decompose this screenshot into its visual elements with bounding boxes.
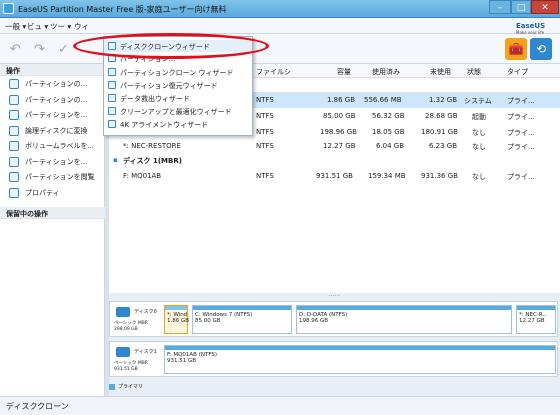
label-icon <box>9 141 19 151</box>
operation-item[interactable]: パーティションの... <box>0 76 104 92</box>
toolbox-icon: 🧰 <box>508 42 524 56</box>
sync-icon: ⟲ <box>535 42 547 56</box>
column-header[interactable]: 使用済み <box>372 67 400 77</box>
disk-0-map: ディスク0 ベーシック MBR 298.09 GB *: Wind... 1.8… <box>109 301 558 337</box>
recovery-icon <box>108 81 116 89</box>
partition-clone-icon <box>108 68 116 76</box>
delete-icon <box>9 110 19 120</box>
operation-item[interactable]: ボリュームラベルを... <box>0 138 104 154</box>
disk-info: ディスク1 ベーシック MBR 931.51 GB <box>114 347 157 372</box>
operations-header: 操作 <box>0 64 104 76</box>
resize-icon <box>9 79 19 89</box>
column-header[interactable]: タイプ <box>507 67 528 77</box>
rescue-icon <box>108 94 116 102</box>
legend-swatch <box>109 383 115 390</box>
cleanup-icon <box>108 107 116 115</box>
pending-header: 保留中の操作 <box>0 207 105 219</box>
status-text: ディスククローン <box>6 402 69 411</box>
disk-icon <box>116 307 130 317</box>
highlight-annotation <box>73 33 269 59</box>
undo-icon[interactable]: ↶ <box>10 42 21 57</box>
disk-icon <box>116 347 130 357</box>
minimize-button[interactable]: – <box>489 0 511 14</box>
legend-label: プライマリ <box>118 384 144 390</box>
legend: プライマリ <box>109 383 143 390</box>
menu-item-partition-clone[interactable]: パーティションクローン ウィザード <box>104 66 252 78</box>
partition-block[interactable]: *: NEC-R... 12.27 GB <box>516 305 556 334</box>
disk-map: ディスク0 ベーシック MBR 298.09 GB *: Wind... 1.8… <box>109 299 560 396</box>
window-title: EaseUS Partition Master Free 版-家庭ユーザー向け無… <box>18 5 227 14</box>
menu-wizard[interactable]: ウィ <box>74 21 89 32</box>
alignment-icon <box>108 120 116 128</box>
explore-icon <box>9 172 19 182</box>
copy-icon <box>9 94 19 105</box>
menu-general[interactable]: 一般 ▾ <box>5 21 26 32</box>
apply-icon[interactable]: ✓ <box>58 42 69 57</box>
operation-item[interactable]: パーティションの... <box>0 92 104 108</box>
column-header[interactable]: 未使用 <box>430 67 451 77</box>
menu-bar: 一般 ▾ ビュ ▾ ツー ▾ ウィ <box>0 18 560 34</box>
maximize-button[interactable]: □ <box>511 0 531 14</box>
partition-block[interactable]: D: D-DATA (NTFS) 198.96 GB <box>296 305 512 334</box>
menu-item-cleanup[interactable]: クリーンアップと最適化ウィザード <box>104 105 252 117</box>
operation-item[interactable]: 論理ディスクに変換 <box>0 123 104 139</box>
disk-1-map: ディスク1 ベーシック MBR 931.51 GB F: MQ01AB (NTF… <box>109 341 558 377</box>
title-bar: EaseUS Partition Master Free 版-家庭ユーザー向け無… <box>0 0 560 18</box>
operation-item[interactable]: パーティションを... <box>0 107 104 123</box>
table-row[interactable]: F: MQ01AB NTFS 931.51 GB 159.34 MB 931.3… <box>109 168 560 184</box>
column-header[interactable]: 状態 <box>467 67 481 77</box>
menu-tools[interactable]: ツー ▾ <box>50 21 71 32</box>
menu-item-4k-alignment[interactable]: 4K アライメントウィザード <box>104 118 252 130</box>
check-icon <box>9 156 19 167</box>
disk-header-row[interactable]: ▪ ディスク 1(MBR) <box>109 152 560 168</box>
left-panel: 操作 パーティションの... パーティションの... パーティションを... 論… <box>0 64 105 396</box>
partition-block[interactable]: *: Wind... 1.86 GB <box>164 305 189 334</box>
sync-button[interactable]: ⟲ <box>530 38 552 60</box>
column-header[interactable]: ファイルシ <box>256 67 291 77</box>
menu-item-data-rescue[interactable]: データ救出ウィザード <box>104 92 252 104</box>
tools-button[interactable]: 🧰 <box>505 38 527 60</box>
convert-icon <box>9 125 19 136</box>
column-header[interactable]: 容量 <box>337 67 351 77</box>
operation-item[interactable]: パーティションを閲覧 <box>0 169 104 185</box>
disk-title: ディスク 1(MBR) <box>123 157 182 165</box>
menu-view[interactable]: ビュ ▾ <box>27 21 48 32</box>
partition-block[interactable]: C: Windows 7 (NTFS) 85.00 GB <box>192 305 292 334</box>
operation-item[interactable]: プロパティ <box>0 185 104 201</box>
disk-info: ディスク0 ベーシック MBR 298.09 GB <box>114 307 157 332</box>
disk-icon: ▪ <box>113 156 118 164</box>
redo-icon[interactable]: ↷ <box>34 42 45 57</box>
properties-icon <box>9 187 19 198</box>
close-button[interactable]: ✕ <box>531 0 559 14</box>
app-icon <box>3 3 14 14</box>
status-bar: ディスククローン <box>0 396 560 415</box>
menu-item-partition-recovery[interactable]: パーティション復元ウィザード <box>104 79 252 91</box>
operation-item[interactable]: パーティションを... <box>0 154 104 170</box>
partition-block[interactable]: F: MQ01AB (NTFS) 931.51 GB <box>164 345 556 374</box>
